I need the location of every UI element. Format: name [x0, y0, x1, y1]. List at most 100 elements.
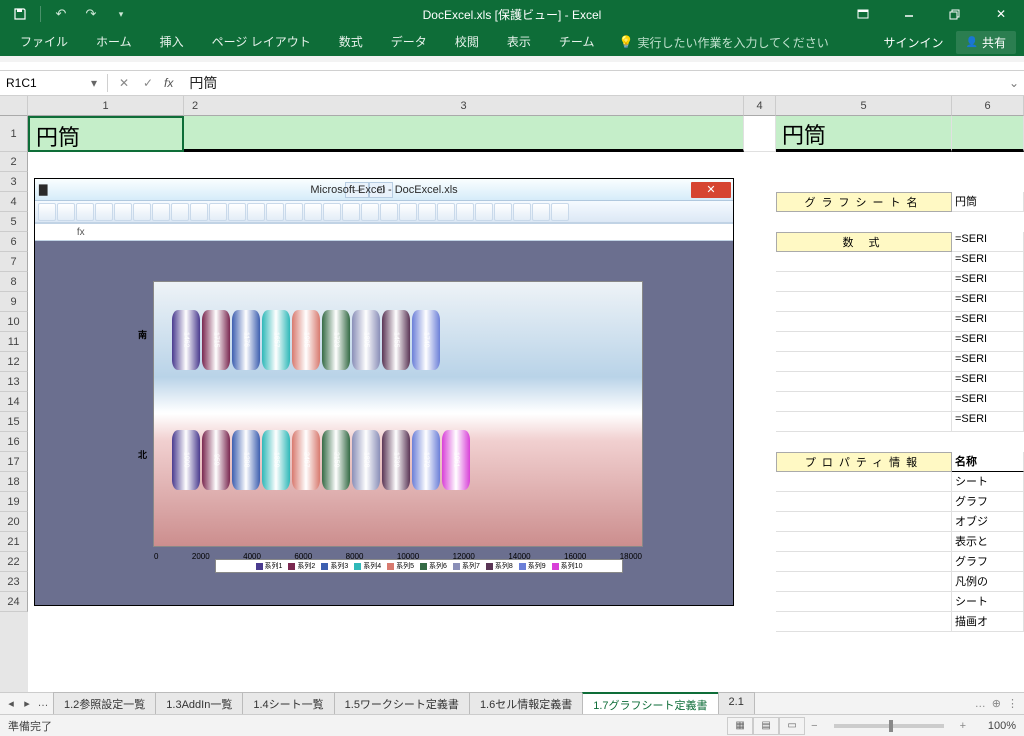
bar-north-4[interactable]: 2467 — [292, 430, 320, 490]
undo-icon[interactable]: ↶ — [47, 2, 75, 26]
cell-prop-3[interactable]: 表示と — [952, 532, 1024, 552]
row-header-3[interactable]: 3 — [0, 172, 28, 192]
fx-icon[interactable]: fx — [164, 76, 173, 90]
cell-r1c1[interactable]: 円筒 — [28, 116, 184, 152]
row-header-19[interactable]: 19 — [0, 492, 28, 512]
cell-seri-7[interactable]: =SERI — [952, 372, 1024, 392]
new-sheet-icon[interactable]: ⊕ — [992, 697, 1001, 710]
tab-home[interactable]: ホーム — [84, 29, 144, 56]
sheet-tab-5[interactable]: 1.7グラフシート定義書 — [582, 692, 718, 716]
tab-file[interactable]: ファイル — [8, 29, 80, 56]
old-toolbar-btn-9[interactable] — [209, 203, 227, 221]
col-header-1[interactable]: 1 — [28, 96, 184, 116]
sheet-tab-1[interactable]: 1.3AddIn一覧 — [155, 692, 243, 716]
row-header-14[interactable]: 14 — [0, 392, 28, 412]
row-header-10[interactable]: 10 — [0, 312, 28, 332]
old-toolbar-btn-0[interactable] — [38, 203, 56, 221]
bar-north-6[interactable]: 1828 — [352, 430, 380, 490]
old-toolbar-btn-10[interactable] — [228, 203, 246, 221]
row-header-7[interactable]: 7 — [0, 252, 28, 272]
row-header-9[interactable]: 9 — [0, 292, 28, 312]
old-toolbar-btn-27[interactable] — [551, 203, 569, 221]
old-toolbar-btn-19[interactable] — [399, 203, 417, 221]
cell-prop-1[interactable]: グラフ — [952, 492, 1024, 512]
tab-options-icon[interactable]: ⋮ — [1007, 697, 1018, 710]
view-page-break-icon[interactable]: ▭ — [779, 717, 805, 735]
row-header-17[interactable]: 17 — [0, 452, 28, 472]
old-toolbar-btn-12[interactable] — [266, 203, 284, 221]
old-toolbar-btn-6[interactable] — [152, 203, 170, 221]
col-header-4[interactable]: 4 — [744, 96, 776, 116]
old-toolbar-btn-14[interactable] — [304, 203, 322, 221]
cell-r1c5[interactable]: 円筒 — [776, 116, 952, 152]
old-toolbar-btn-4[interactable] — [114, 203, 132, 221]
cell-seri-9[interactable]: =SERI — [952, 412, 1024, 432]
bar-south-7[interactable]: 1455 — [382, 310, 410, 370]
bar-north-9[interactable]: 1061 — [442, 430, 470, 490]
name-box-dropdown-icon[interactable]: ▾ — [82, 76, 106, 90]
row-header-5[interactable]: 5 — [0, 212, 28, 232]
sheet-more-icon[interactable]: … — [975, 698, 986, 710]
bar-south-8[interactable]: 1740 — [412, 310, 440, 370]
bar-north-8[interactable]: 1272 — [412, 430, 440, 490]
cell-seri-3[interactable]: =SERI — [952, 292, 1024, 312]
qat-dropdown-icon[interactable]: ▾ — [107, 2, 135, 26]
bar-north-5[interactable]: 2159 — [322, 430, 350, 490]
old-toolbar-btn-15[interactable] — [323, 203, 341, 221]
old-toolbar-btn-24[interactable] — [494, 203, 512, 221]
cells-area[interactable]: 円筒 円筒 グラフシート名 円筒 数 式 =SERI =SERI=SERI=SE… — [28, 116, 1024, 692]
expand-formula-bar-icon[interactable]: ⌄ — [1004, 76, 1024, 90]
cell-r1-merged[interactable] — [184, 116, 744, 152]
cell-seri-2[interactable]: =SERI — [952, 272, 1024, 292]
name-box[interactable]: ▾ — [0, 74, 108, 92]
bar-south-1[interactable]: 1715 — [202, 310, 230, 370]
cell-seri-8[interactable]: =SERI — [952, 392, 1024, 412]
col-header-6[interactable]: 6 — [952, 96, 1024, 116]
tab-insert[interactable]: 挿入 — [148, 29, 196, 56]
sign-in-link[interactable]: サインイン — [884, 34, 952, 51]
tab-team[interactable]: チーム — [547, 29, 607, 56]
col-header-merged[interactable]: 2 3 — [184, 96, 744, 116]
row-header-13[interactable]: 13 — [0, 372, 28, 392]
cell-prop-2[interactable]: オブジ — [952, 512, 1024, 532]
cell-prop-0[interactable]: シート — [952, 472, 1024, 492]
row-header-11[interactable]: 11 — [0, 332, 28, 352]
bar-south-4[interactable]: 1965 — [292, 310, 320, 370]
old-toolbar-btn-20[interactable] — [418, 203, 436, 221]
redo-icon[interactable]: ↷ — [77, 2, 105, 26]
old-toolbar-btn-23[interactable] — [475, 203, 493, 221]
bar-south-5[interactable]: 1723 — [322, 310, 350, 370]
old-toolbar-btn-7[interactable] — [171, 203, 189, 221]
cell-prop-header[interactable]: 名称 — [952, 452, 1024, 472]
cell-seri-4[interactable]: =SERI — [952, 312, 1024, 332]
sheet-tab-4[interactable]: 1.6セル情報定義書 — [469, 692, 583, 716]
sheet-tab-2[interactable]: 1.4シート一覧 — [242, 692, 334, 716]
old-toolbar-btn-5[interactable] — [133, 203, 151, 221]
row-header-20[interactable]: 20 — [0, 512, 28, 532]
old-toolbar-btn-16[interactable] — [342, 203, 360, 221]
old-toolbar-btn-8[interactable] — [190, 203, 208, 221]
row-header-23[interactable]: 23 — [0, 572, 28, 592]
old-toolbar-btn-1[interactable] — [57, 203, 75, 221]
old-toolbar-btn-3[interactable] — [95, 203, 113, 221]
sheet-tab-3[interactable]: 1.5ワークシート定義書 — [334, 692, 470, 716]
cell-seri-1[interactable]: =SERI — [952, 252, 1024, 272]
tab-nav-more[interactable]: … — [36, 697, 50, 710]
select-all-corner[interactable] — [0, 96, 28, 116]
old-toolbar-btn-2[interactable] — [76, 203, 94, 221]
old-toolbar-btn-17[interactable] — [361, 203, 379, 221]
sheet-tab-0[interactable]: 1.2参照設定一覧 — [53, 692, 156, 716]
cell-prop-7[interactable]: 描画オ — [952, 612, 1024, 632]
formula-input[interactable] — [181, 73, 1004, 93]
enter-formula-icon[interactable]: ✓ — [140, 76, 156, 90]
bar-south-2[interactable]: 1176 — [232, 310, 260, 370]
old-toolbar-btn-13[interactable] — [285, 203, 303, 221]
bar-north-2[interactable]: 1288 — [232, 430, 260, 490]
row-header-6[interactable]: 6 — [0, 232, 28, 252]
row-header-4[interactable]: 4 — [0, 192, 28, 212]
row-header-18[interactable]: 18 — [0, 472, 28, 492]
tab-data[interactable]: データ — [379, 29, 439, 56]
old-toolbar-btn-11[interactable] — [247, 203, 265, 221]
save-icon[interactable] — [6, 2, 34, 26]
view-normal-icon[interactable]: ▦ — [727, 717, 753, 735]
